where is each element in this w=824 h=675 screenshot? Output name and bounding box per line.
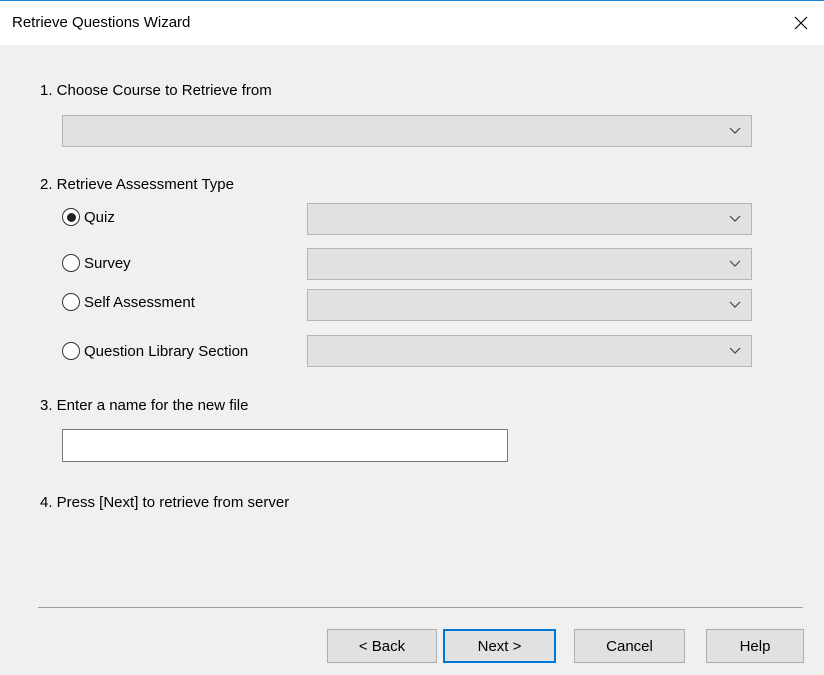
step-4-label: 4. Press [Next] to retrieve from server [40,494,290,511]
back-button[interactable]: < Back [327,629,437,663]
radio-survey-label: Survey [84,254,131,272]
chevron-down-icon [729,260,741,267]
footer-separator [38,607,803,608]
title-bar: Retrieve Questions Wizard [0,1,824,45]
question-library-select[interactable] [307,335,752,367]
chevron-down-icon [729,127,741,134]
chevron-down-icon [729,301,741,308]
radio-self-assessment-label: Self Assessment [84,293,195,311]
close-button[interactable] [778,1,824,45]
wizard-window: Retrieve Questions Wizard 1. Choose Cour… [0,0,824,675]
close-icon [794,16,808,30]
radio-button[interactable] [62,293,80,311]
survey-select[interactable] [307,248,752,280]
radio-quiz-label: Quiz [84,208,115,226]
course-select[interactable] [62,115,752,147]
step-3-label: 3. Enter a name for the new file [40,397,249,414]
radio-quiz[interactable]: Quiz [62,208,115,226]
file-name-input[interactable] [62,429,508,462]
step-2-label: 2. Retrieve Assessment Type [40,176,234,193]
radio-question-library-section[interactable]: Question Library Section [62,342,248,360]
next-button[interactable]: Next > [443,629,556,663]
help-button[interactable]: Help [706,629,804,663]
window-title: Retrieve Questions Wizard [12,14,191,31]
radio-button[interactable] [62,342,80,360]
radio-button[interactable] [62,208,80,226]
chevron-down-icon [729,347,741,354]
radio-question-library-section-label: Question Library Section [84,342,249,360]
self-assessment-select[interactable] [307,289,752,321]
radio-selected-dot [66,212,76,222]
quiz-select[interactable] [307,203,752,235]
radio-self-assessment[interactable]: Self Assessment [62,293,195,311]
step-1-label: 1. Choose Course to Retrieve from [40,82,272,99]
chevron-down-icon [729,215,741,222]
cancel-button[interactable]: Cancel [574,629,685,663]
radio-survey[interactable]: Survey [62,254,131,272]
radio-button[interactable] [62,254,80,272]
